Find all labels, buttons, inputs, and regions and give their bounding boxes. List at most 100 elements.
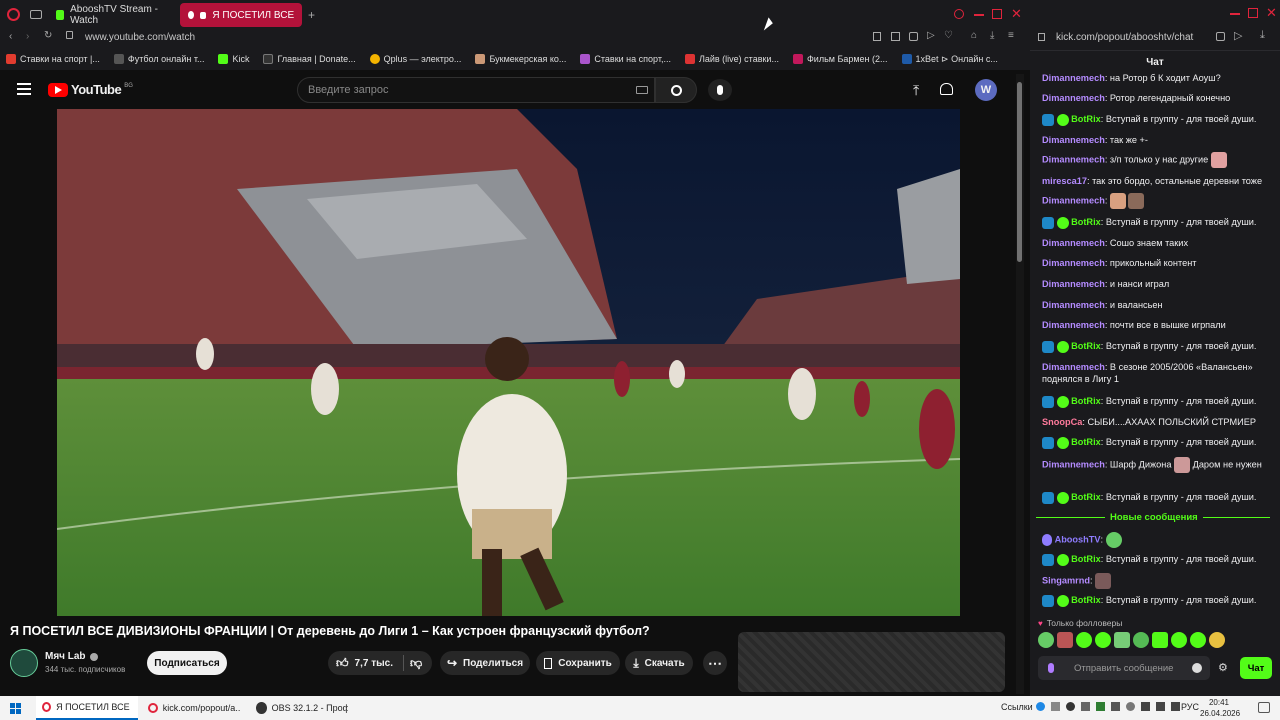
maximize-icon[interactable] xyxy=(992,9,1002,19)
subscriber-count: 344 тыс. подписчиков xyxy=(45,665,126,674)
save-button[interactable]: Сохранить xyxy=(536,651,620,675)
player-icon[interactable]: ▷ xyxy=(1234,29,1242,42)
taskbar-item-youtube[interactable]: Я ПОСЕТИЛ ВСЕ Д... xyxy=(36,696,138,720)
notifications-icon[interactable] xyxy=(1258,702,1270,713)
emote-icon[interactable] xyxy=(1114,632,1130,648)
download-icon[interactable]: ⤓ xyxy=(990,30,994,41)
snapshot-icon[interactable] xyxy=(891,32,900,41)
tab-youtube-video[interactable]: Я ПОСЕТИЛ ВСЕ ДИВ xyxy=(180,3,302,27)
thumbs-up-icon[interactable]: 👍︎ xyxy=(336,656,349,671)
opera-logo-icon[interactable] xyxy=(7,8,20,21)
emote-icon[interactable] xyxy=(1057,632,1073,648)
bookmark-item[interactable]: Букмекерская ко... xyxy=(475,54,566,64)
bookmark-item[interactable]: Лайв (live) ставки... xyxy=(684,54,779,64)
bookmark-item[interactable]: Qplus — электро... xyxy=(369,54,461,64)
emote-icon[interactable] xyxy=(1152,632,1168,648)
tray-app-icon[interactable] xyxy=(1036,702,1045,711)
more-actions-button[interactable]: ⋯ xyxy=(703,651,727,675)
start-button[interactable] xyxy=(4,696,30,720)
channel-name[interactable]: Мяч Lab xyxy=(45,651,98,662)
chat-url[interactable]: kick.com/popout/abooshtv/chat xyxy=(1056,32,1193,43)
workspaces-icon[interactable] xyxy=(30,10,42,19)
forward-icon[interactable]: › xyxy=(26,31,29,42)
taskbar-item-kick[interactable]: kick.com/popout/a... xyxy=(142,696,246,720)
bookmark-item[interactable]: Футбол онлайн т... xyxy=(113,54,204,64)
bookmark-item[interactable]: Ставки на спорт,... xyxy=(580,54,671,64)
site-icon xyxy=(792,54,803,64)
heart-icon[interactable]: ♡ xyxy=(944,30,953,41)
bookmark-item[interactable]: Kick xyxy=(218,54,249,64)
emote-icon[interactable] xyxy=(1095,632,1111,648)
emote-icon[interactable] xyxy=(1133,632,1149,648)
keyboard-icon[interactable] xyxy=(636,86,648,94)
speaker-icon[interactable] xyxy=(1171,702,1180,711)
bookmark-item[interactable]: Фильм Бармен (2... xyxy=(792,54,888,64)
emote-icon[interactable] xyxy=(1209,632,1225,648)
voice-search-button[interactable] xyxy=(708,79,732,101)
like-count[interactable]: 7,7 тыс. xyxy=(355,658,393,669)
maximize-icon[interactable] xyxy=(1248,8,1258,18)
download-icon[interactable]: ⤓ xyxy=(1260,29,1265,42)
player-icon[interactable]: ▷ xyxy=(927,30,935,41)
volume-icon[interactable] xyxy=(1156,702,1165,711)
tab-kick-stream[interactable]: AbooshTV Stream - Watch xyxy=(48,3,174,27)
bookmark-item[interactable]: Ставки на спорт |... xyxy=(6,54,100,64)
notifications-bell-icon[interactable] xyxy=(940,83,953,95)
emote-icon[interactable] xyxy=(1190,632,1206,648)
speaker-icon[interactable] xyxy=(200,11,207,19)
close-window-icon[interactable]: ✕ xyxy=(1011,6,1022,22)
share-button[interactable]: ↪ Поделиться xyxy=(440,651,530,675)
bookmark-item[interactable]: 1xBet ⊳ Онлайн с... xyxy=(901,54,998,65)
adblock-icon[interactable] xyxy=(1216,32,1225,41)
taskbar-item-obs[interactable]: OBS 32.1.2 - Проф... xyxy=(250,696,354,720)
search-tabs-icon[interactable] xyxy=(954,9,964,19)
network-icon[interactable] xyxy=(1141,702,1150,711)
microphone-icon[interactable] xyxy=(1048,663,1054,673)
tray-app-icon[interactable] xyxy=(1051,702,1060,711)
new-messages-label[interactable]: Новые сообщения xyxy=(1105,512,1203,523)
upload-icon[interactable]: ⤒ xyxy=(913,82,919,99)
adblock-icon[interactable] xyxy=(909,32,918,41)
avatar[interactable]: W xyxy=(975,79,997,101)
search-button[interactable] xyxy=(655,77,697,103)
tray-app-icon[interactable] xyxy=(1111,702,1120,711)
clock[interactable]: 20:41 26.04.2026 xyxy=(1200,697,1240,719)
page-scrollbar[interactable] xyxy=(1016,74,1024,694)
url-text[interactable]: www.youtube.com/watch xyxy=(85,32,195,43)
input-language[interactable]: РУС xyxy=(1181,702,1199,712)
new-tab-button[interactable]: + xyxy=(308,8,315,22)
emoji-icon[interactable] xyxy=(1192,663,1202,673)
reload-icon[interactable]: ↻ xyxy=(44,30,52,41)
subscribe-button[interactable]: Подписаться xyxy=(147,651,227,675)
minimize-icon[interactable] xyxy=(974,14,984,16)
youtube-logo[interactable]: YouTube BG xyxy=(48,82,133,97)
tray-app-icon[interactable] xyxy=(1126,702,1135,711)
chat-message-input[interactable]: Отправить сообщение xyxy=(1038,656,1210,680)
emote-icon[interactable] xyxy=(1076,632,1092,648)
close-window-icon[interactable]: ✕ xyxy=(1266,5,1277,21)
bookmark-icon[interactable] xyxy=(873,32,881,41)
tray-app-icon[interactable] xyxy=(1096,702,1105,711)
emote-icon[interactable] xyxy=(1038,632,1054,648)
bookmark-item[interactable]: Главная | Donate... xyxy=(263,54,356,64)
obs-tray-icon[interactable] xyxy=(1066,702,1075,711)
minimize-icon[interactable] xyxy=(1230,13,1240,15)
emote-icon xyxy=(1174,457,1191,473)
thumbs-down-icon[interactable]: 👎︎ xyxy=(410,656,422,671)
tray-app-icon[interactable] xyxy=(1081,702,1090,711)
emote-icon[interactable] xyxy=(1171,632,1187,648)
emote-icon xyxy=(1105,532,1122,548)
download-button[interactable]: ⤓ Скачать xyxy=(625,651,693,675)
back-icon[interactable]: ‹ xyxy=(9,31,12,42)
video-player[interactable] xyxy=(57,109,960,616)
menu-icon[interactable] xyxy=(17,83,31,95)
extensions-icon[interactable]: ⌂ xyxy=(971,30,977,41)
scrollbar-thumb[interactable] xyxy=(1017,82,1022,262)
easy-setup-icon[interactable]: ≡ xyxy=(1008,30,1014,41)
links-toolbar[interactable]: Ссылки xyxy=(1001,702,1033,712)
send-chat-button[interactable]: Чат xyxy=(1240,657,1272,679)
ad-placeholder[interactable] xyxy=(738,632,1005,692)
search-input[interactable]: Введите запрос xyxy=(297,77,655,103)
channel-avatar[interactable] xyxy=(10,649,38,677)
gear-icon[interactable]: ⚙ xyxy=(1218,661,1228,674)
